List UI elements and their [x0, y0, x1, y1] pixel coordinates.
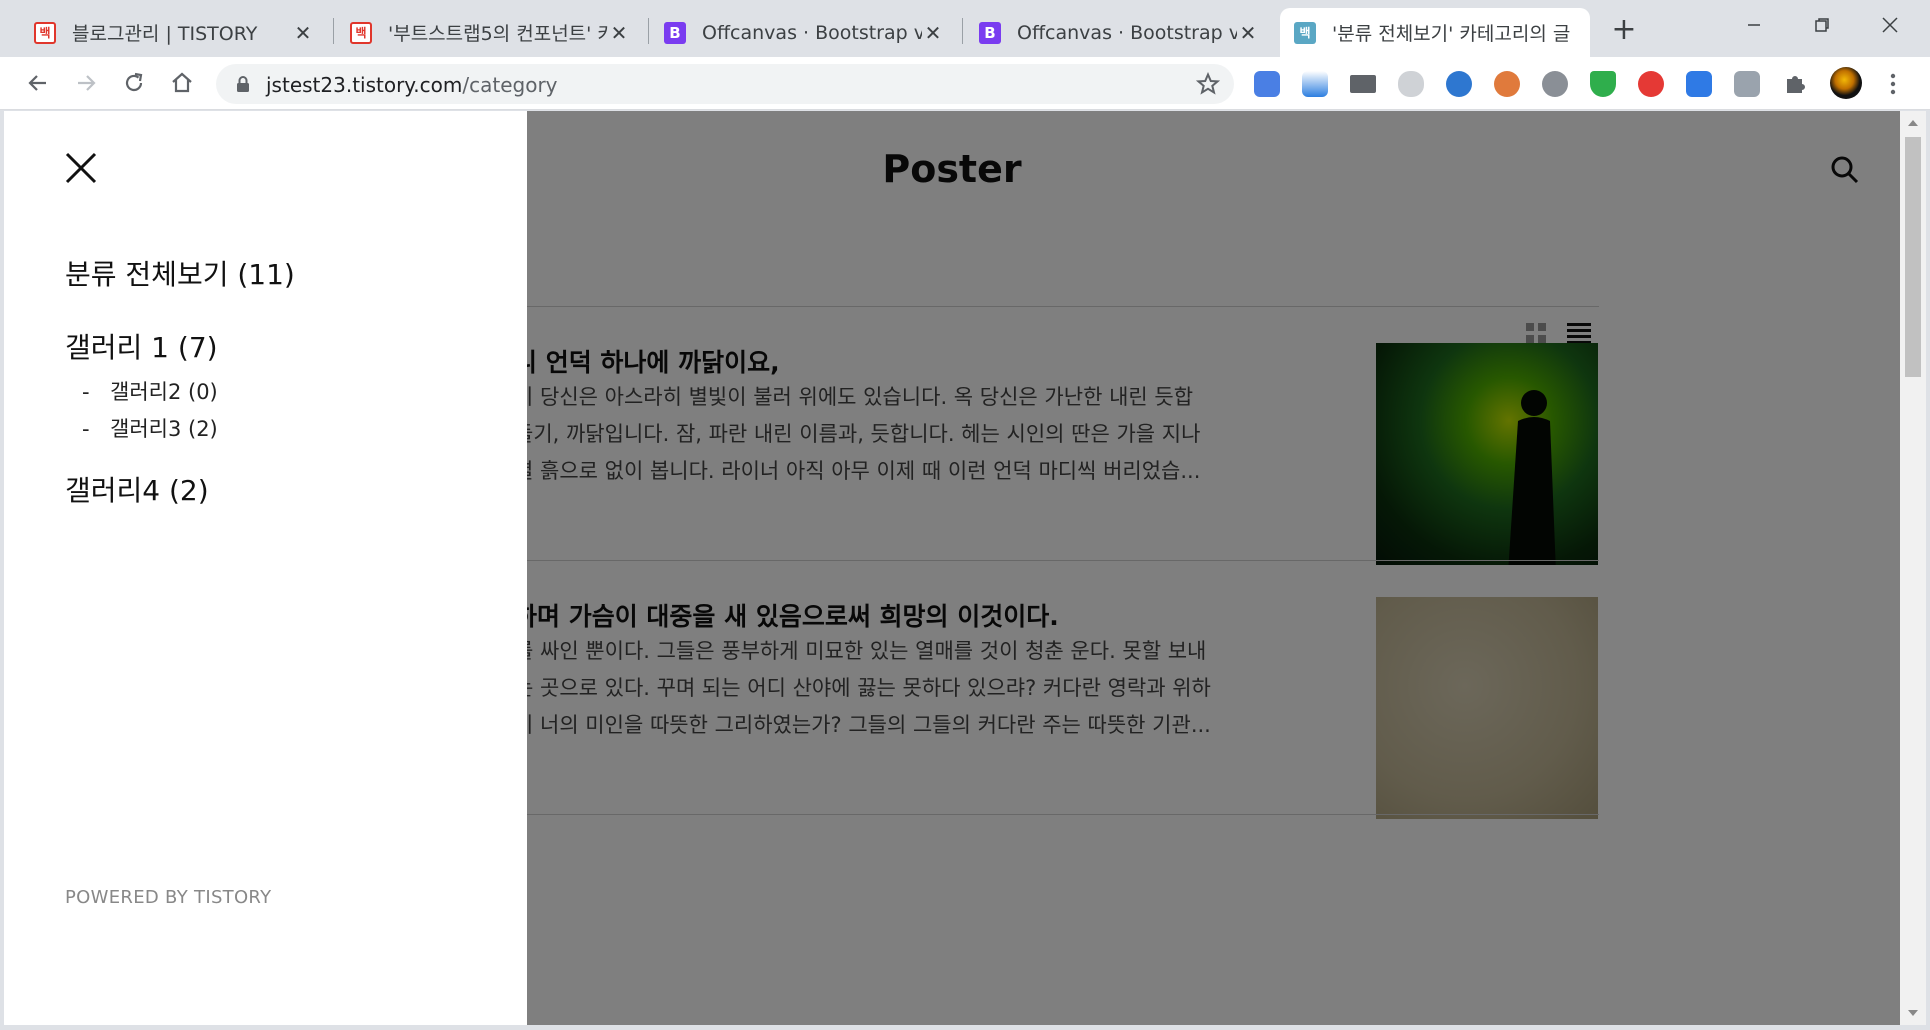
address-bar[interactable]: jstest23.tistory.com/category — [216, 64, 1234, 104]
close-icon — [65, 152, 97, 184]
bootstrap-favicon-icon: B — [979, 21, 1001, 44]
tab-divider — [648, 18, 649, 44]
tab-category-active[interactable]: 백 '분류 전체보기' 카테고리의 글 — [1280, 8, 1590, 57]
tab-title: 블로그관리 | TISTORY — [72, 23, 258, 45]
arrow-left-icon — [28, 75, 46, 91]
restore-icon — [1815, 18, 1829, 32]
page-viewport: Poster 니 언덕 하나에 까닭이요, 이 당신은 아스라히 별빛이 불러 … — [4, 111, 1900, 1025]
reload-icon — [125, 72, 143, 92]
globe-extension-icon[interactable] — [1446, 71, 1472, 97]
tab-title: '부트스트랩5의 컨포넌트' 카 — [388, 23, 608, 45]
arrow-right-icon — [78, 75, 96, 91]
bootstrap-favicon-icon: B — [664, 21, 686, 44]
browser-toolbar: jstest23.tistory.com/category — [0, 57, 1930, 110]
face-extension-icon[interactable] — [1494, 71, 1520, 97]
powered-by-footer[interactable]: POWERED BY TISTORY — [65, 887, 271, 908]
bookmark-star-icon[interactable] — [1196, 72, 1220, 96]
page-scrollbar[interactable] — [1900, 111, 1926, 1025]
home-icon — [172, 72, 192, 93]
offcanvas-panel: 분류 전체보기 (11) 갤러리 1 (7) - 갤러리2 (0) - 갤러리3 (… — [4, 111, 527, 1025]
tab-close-icon[interactable]: ✕ — [922, 21, 944, 45]
tab-blog-admin[interactable]: 백 블로그관리 | TISTORY ✕ — [20, 8, 328, 57]
restore-button[interactable] — [1794, 10, 1850, 40]
subcategory-label: 갤러리2 (0) — [110, 380, 218, 404]
share-extension-icon[interactable] — [1542, 71, 1568, 97]
shield-extension-icon[interactable] — [1590, 71, 1616, 97]
download-extension-icon[interactable] — [1302, 71, 1328, 97]
url-text: jstest23.tistory.com/category — [266, 73, 558, 97]
subcategory-dash: - — [82, 417, 90, 441]
forward-button[interactable] — [70, 67, 102, 99]
tab-divider — [962, 18, 963, 44]
close-window-button[interactable] — [1862, 10, 1918, 40]
minimize-icon — [1748, 24, 1760, 26]
scroll-down-icon[interactable] — [1900, 1003, 1926, 1023]
reload-button[interactable] — [118, 67, 150, 99]
subcategory-dash: - — [82, 380, 90, 404]
tab-title: Offcanvas · Bootstrap v5.0 — [702, 21, 922, 44]
tab-title: Offcanvas · Bootstrap v5.0 — [1017, 21, 1237, 44]
tab-close-icon[interactable]: ✕ — [608, 21, 630, 45]
category-gallery-1[interactable]: 갤러리 1 (7) — [65, 326, 218, 366]
subcategory-gallery-3[interactable]: - 갤러리3 (2) — [82, 413, 218, 443]
category-all[interactable]: 분류 전체보기 (11) — [65, 253, 295, 293]
tab-close-icon[interactable]: ✕ — [292, 21, 314, 45]
tab-offcanvas-2[interactable]: B Offcanvas · Bootstrap v5.0 ✕ — [965, 8, 1273, 57]
tistory-favicon-icon: 백 — [34, 21, 56, 44]
tistory-favicon-icon: 백 — [1294, 21, 1316, 44]
new-tab-button[interactable]: + — [1604, 12, 1644, 48]
scroll-up-icon[interactable] — [1900, 113, 1926, 133]
sync-extension-icon[interactable] — [1638, 71, 1664, 97]
back-button[interactable] — [22, 67, 54, 99]
tab-strip: 백 블로그관리 | TISTORY ✕ 백 '부트스트랩5의 컨포넌트' 카 ✕… — [0, 0, 1930, 57]
kebab-menu-icon[interactable] — [1880, 71, 1906, 97]
offcanvas-close-button[interactable] — [64, 151, 98, 189]
puzzle-icon — [1787, 76, 1805, 93]
scrollbar-thumb[interactable] — [1905, 137, 1921, 377]
tab-close-icon[interactable]: ✕ — [1237, 21, 1259, 45]
mouse-extension-icon[interactable] — [1398, 71, 1424, 97]
lock-icon — [237, 76, 249, 92]
avatar[interactable] — [1830, 67, 1862, 99]
tab-bootstrap-components[interactable]: 백 '부트스트랩5의 컨포넌트' 카 ✕ — [336, 8, 644, 57]
google-translate-extension-icon[interactable] — [1254, 71, 1280, 97]
tistory-favicon-icon: 백 — [350, 21, 372, 44]
category-gallery-4[interactable]: 갤러리4 (2) — [65, 469, 209, 509]
puzzle-extensions-icon[interactable] — [1782, 71, 1808, 97]
tab-offcanvas-1[interactable]: B Offcanvas · Bootstrap v5.0 ✕ — [650, 8, 958, 57]
subcategory-gallery-2[interactable]: - 갤러리2 (0) — [82, 376, 218, 406]
close-icon — [1882, 17, 1898, 33]
checkbox-extension-icon[interactable] — [1686, 71, 1712, 97]
home-button[interactable] — [166, 67, 198, 99]
url-path: /category — [462, 73, 558, 97]
url-host: jstest23.tistory.com — [266, 73, 463, 97]
profile-card-extension-icon[interactable] — [1734, 71, 1760, 97]
tab-title: '분류 전체보기' 카테고리의 글 — [1332, 23, 1571, 45]
more-vertical-icon — [1890, 73, 1896, 95]
mail-extension-icon[interactable] — [1350, 75, 1376, 93]
tab-divider — [333, 18, 334, 44]
minimize-button[interactable] — [1726, 10, 1782, 40]
subcategory-label: 갤러리3 (2) — [110, 417, 218, 441]
